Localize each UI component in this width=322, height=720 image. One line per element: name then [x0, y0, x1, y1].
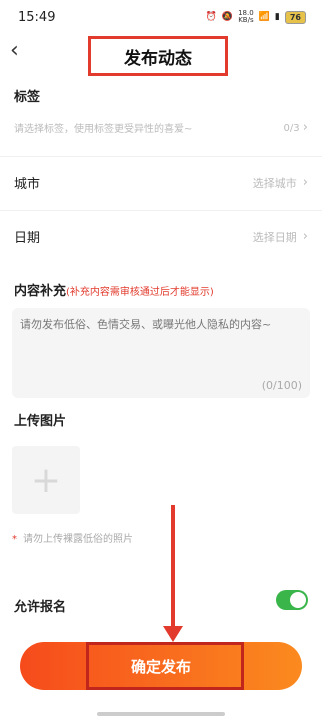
battery-indicator: 76 [284, 10, 306, 24]
allow-signup-toggle[interactable] [276, 590, 308, 610]
chevron-right-icon: › [302, 229, 308, 244]
status-bar: 15:49 ⏰ 🔕 18.0 KB/s 📶 ▮ 76 [0, 0, 322, 34]
allow-signup-label: 允许报名 [14, 600, 67, 615]
upload-tip: * 请勿上传裸露低俗的照片 [12, 530, 133, 545]
date-value-wrap: 选择日期 › [253, 229, 308, 245]
status-icons: ⏰ 🔕 18.0 KB/s 📶 ▮ 76 [206, 10, 306, 24]
date-row[interactable]: 日期 选择日期 › [0, 210, 322, 262]
mute-icon: 🔕 [221, 12, 234, 22]
tags-count-wrap: 0/3 › [284, 120, 308, 135]
alarm-icon: ⏰ [205, 12, 217, 22]
tags-count: 0/3 [283, 123, 300, 134]
date-value: 选择日期 [252, 230, 297, 244]
chevron-left-icon[interactable]: ‹ [10, 38, 19, 63]
upload-tip-text: 请勿上传裸露低俗的照片 [23, 534, 133, 545]
plus-icon: + [30, 459, 62, 501]
tags-placeholder: 请选择标签，使用标签更受异性的喜爱~ [14, 124, 193, 135]
tags-label: 标签 [14, 90, 41, 105]
page-title: 发布动态 [88, 36, 228, 76]
home-indicator [97, 712, 225, 716]
chevron-right-icon: › [302, 175, 308, 190]
annotation-arrow-head [163, 626, 183, 642]
submit-label: 确定发布 [130, 657, 191, 676]
signal-icon: ▮ [274, 12, 280, 22]
content-placeholder: 请勿发布低俗、色情交易、或曝光他人隐私的内容~ [20, 318, 272, 331]
status-time: 15:49 [18, 9, 56, 25]
city-value-wrap: 选择城市 › [253, 175, 308, 191]
tags-picker[interactable]: 请选择标签，使用标签更受异性的喜爱~ 0/3 › [14, 120, 308, 135]
chevron-right-icon: › [302, 120, 308, 135]
upload-label: 上传图片 [14, 414, 67, 429]
city-value: 选择城市 [252, 176, 297, 190]
wifi-icon: 📶 [258, 12, 270, 22]
content-label: 内容补充 [14, 284, 67, 299]
annotation-arrow-line [171, 505, 175, 631]
date-label: 日期 [14, 231, 41, 246]
content-label-wrap: 内容补充(补充内容需审核通过后才能显示) [14, 280, 214, 299]
top-nav: ‹ 发布动态 [0, 34, 322, 76]
asterisk-icon: * [12, 534, 17, 545]
city-label: 城市 [14, 177, 41, 192]
city-row[interactable]: 城市 选择城市 › [0, 156, 322, 208]
network-speed: 18.0 KB/s [238, 9, 254, 24]
content-textarea[interactable]: 请勿发布低俗、色情交易、或曝光他人隐私的内容~ (0/100) [12, 308, 310, 398]
content-counter: (0/100) [261, 379, 302, 392]
content-note: (补充内容需审核通过后才能显示) [66, 287, 214, 298]
upload-image-button[interactable]: + [12, 446, 80, 514]
